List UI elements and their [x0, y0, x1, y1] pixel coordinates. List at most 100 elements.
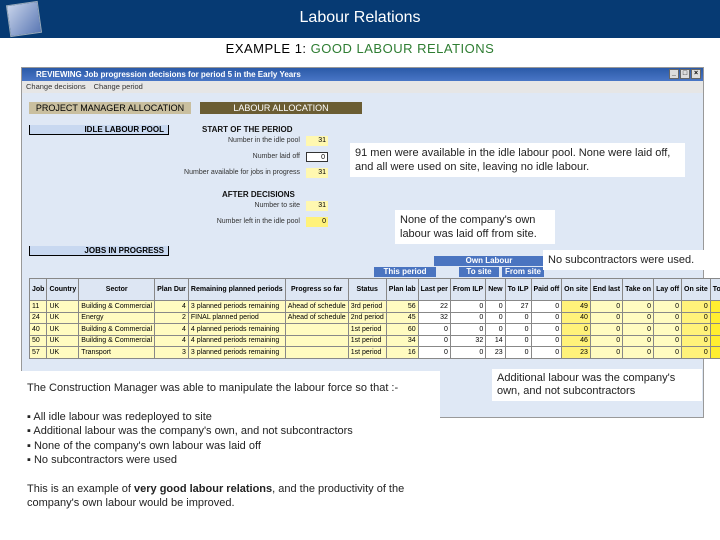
table-cell[interactable]: 0	[530, 334, 563, 347]
table-cell: Energy	[78, 311, 156, 324]
table-cell[interactable]: 0	[449, 346, 487, 359]
column-header: Total	[709, 278, 720, 301]
table-cell[interactable]: 0	[485, 311, 506, 324]
table-cell: 0	[589, 300, 624, 313]
summary-box: The Construction Manager was able to man…	[20, 371, 440, 516]
table-cell[interactable]: 0	[653, 300, 683, 313]
label-idle-pool: Number in the idle pool	[228, 137, 300, 144]
table-cell: 0	[681, 334, 711, 347]
table-cell: 0	[681, 346, 711, 359]
table-cell[interactable]: 0	[622, 334, 655, 347]
table-cell[interactable]: 0	[485, 300, 506, 313]
table-cell[interactable]: 0	[653, 334, 683, 347]
table-cell: 0	[589, 323, 624, 336]
column-header: Plan Dur	[154, 278, 189, 301]
table-cell[interactable]: 0	[504, 346, 532, 359]
table-cell: 46	[709, 334, 720, 347]
table-cell: 49	[561, 300, 591, 313]
table-cell: Ahead of schedule	[284, 311, 349, 324]
table-cell	[284, 334, 349, 347]
maximize-button[interactable]: □	[680, 69, 690, 79]
minimize-button[interactable]: _	[669, 69, 679, 79]
table-cell[interactable]: 0	[530, 346, 563, 359]
column-header: Job	[28, 278, 48, 301]
table-cell: 40	[561, 311, 591, 324]
table-cell: Building & Commercial	[78, 300, 156, 313]
table-cell[interactable]: 0	[449, 300, 487, 313]
table-cell[interactable]: 27	[504, 300, 532, 313]
table-cell	[284, 346, 349, 359]
laid-off-input[interactable]: 0	[306, 152, 328, 162]
table-cell[interactable]: 0	[653, 346, 683, 359]
column-header: On site	[561, 278, 591, 301]
menu-change-decisions[interactable]: Change decisions	[26, 82, 86, 91]
table-cell[interactable]: 23	[485, 346, 506, 359]
table-cell: Building & Commercial	[78, 323, 156, 336]
table-cell: 0	[417, 334, 451, 347]
page-title: Labour Relations	[299, 9, 421, 26]
table-cell: 1st period	[347, 346, 387, 359]
table-cell: 24	[28, 311, 48, 324]
column-header: Status	[347, 278, 387, 301]
table-cell: 40	[28, 323, 48, 336]
table-cell: 0	[417, 346, 451, 359]
table-cell: 0	[681, 311, 711, 324]
bullet-text: No subcontractors were used	[33, 454, 178, 466]
table-cell: 32	[417, 311, 451, 324]
table-cell[interactable]: 0	[504, 334, 532, 347]
table-cell: 57	[28, 346, 48, 359]
table-cell[interactable]: 0	[653, 323, 683, 336]
table-cell[interactable]: 0	[504, 311, 532, 324]
table-cell[interactable]: 0	[485, 323, 506, 336]
table-cell: 50	[28, 334, 48, 347]
table-cell: 2	[154, 311, 189, 324]
label-to-site: Number to site	[254, 202, 300, 209]
table-cell[interactable]: 0	[622, 346, 655, 359]
column-header: Paid off	[530, 278, 563, 301]
table-cell[interactable]: 0	[449, 311, 487, 324]
group-own-labour: Own Labour	[434, 256, 544, 266]
window-titlebar: REVIEWING Job progression decisions for …	[22, 68, 703, 81]
group-from-site: From site	[502, 267, 544, 277]
table-cell[interactable]: 0	[622, 311, 655, 324]
column-header: Sector	[78, 278, 156, 301]
table-cell: 3 planned periods remaining	[187, 346, 286, 359]
summary-bullet: ▪ Additional labour was the company's ow…	[27, 425, 353, 437]
table-cell: 0	[681, 323, 711, 336]
table-row: 11 UK Building & Commercial 4 3 planned peri…	[28, 300, 720, 313]
table-cell[interactable]: 0	[504, 323, 532, 336]
table-cell[interactable]: 0	[653, 311, 683, 324]
close-button[interactable]: ×	[691, 69, 701, 79]
table-cell[interactable]: 0	[449, 323, 487, 336]
bullet-text: None of the company's own labour was lai…	[33, 439, 261, 452]
table-cell: UK	[46, 334, 80, 347]
group-to-site: To site	[459, 267, 499, 277]
table-cell: FINAL planned period	[187, 311, 286, 324]
after-decisions-heading: AFTER DECISIONS	[222, 190, 295, 199]
start-period-heading: START OF THE PERIOD	[202, 125, 293, 134]
table-cell: 0	[589, 346, 624, 359]
table-cell[interactable]: 0	[530, 300, 563, 313]
table-cell[interactable]: 32	[449, 334, 487, 347]
tab-project-manager-allocation[interactable]: PROJECT MANAGER ALLOCATION	[29, 102, 191, 114]
table-cell	[284, 323, 349, 336]
table-cell: 0	[417, 323, 451, 336]
table-cell: 4	[154, 334, 189, 347]
column-header: Country	[46, 278, 80, 301]
table-cell[interactable]: 14	[485, 334, 506, 347]
table-cell[interactable]: 0	[622, 323, 655, 336]
table-cell[interactable]: 0	[622, 300, 655, 313]
jobs-table: Job Country Sector Plan Dur Remaining planne…	[28, 278, 720, 359]
callout-subcontractors: No subcontractors were used.	[543, 250, 710, 270]
table-cell: 60	[385, 323, 419, 336]
label-left-idle: Number left in the idle pool	[216, 218, 300, 225]
table-cell[interactable]: 0	[530, 323, 563, 336]
summary-intro: The Construction Manager was able to man…	[27, 382, 399, 394]
label-available: Number available for jobs in progress	[184, 169, 300, 176]
tab-labour-allocation[interactable]: LABOUR ALLOCATION	[200, 102, 362, 114]
menu-change-period[interactable]: Change period	[94, 82, 143, 91]
table-cell[interactable]: 0	[530, 311, 563, 324]
table-cell: 34	[385, 334, 419, 347]
table-cell: 3	[154, 346, 189, 359]
app-window: REVIEWING Job progression decisions for …	[21, 67, 720, 418]
